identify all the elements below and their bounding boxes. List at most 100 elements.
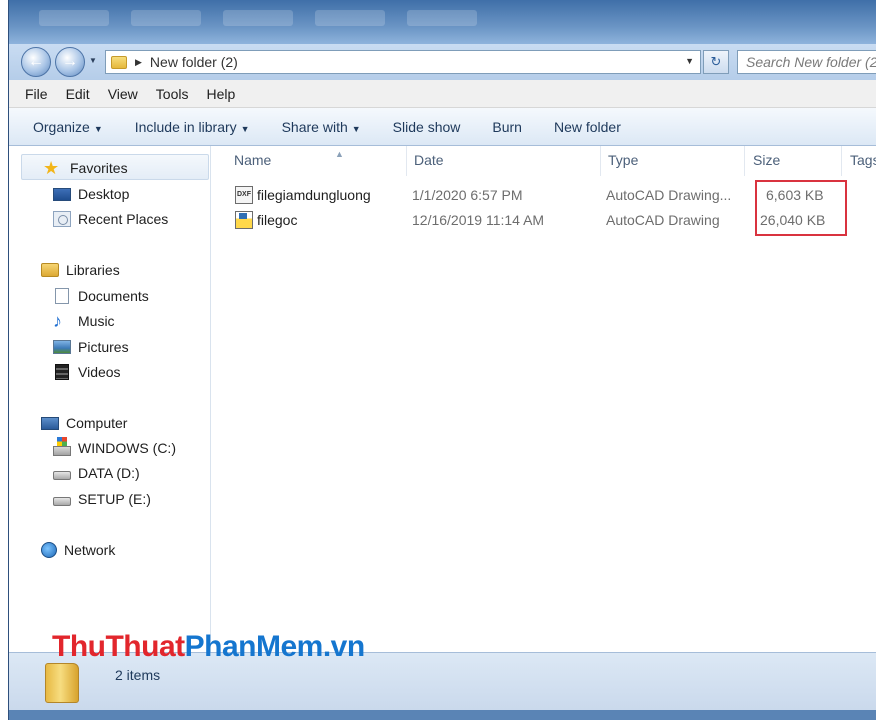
chevron-down-icon: ▼ <box>240 123 250 134</box>
nav-desktop-label: Desktop <box>78 186 130 202</box>
nav-drive-c-label: WINDOWS (C:) <box>78 440 176 456</box>
nav-drive-e-label: SETUP (E:) <box>78 491 151 507</box>
menu-view[interactable]: View <box>100 86 146 102</box>
title-bar <box>9 0 876 44</box>
share-with-label: Share with <box>281 118 348 135</box>
nav-drive-d-label: DATA (D:) <box>78 465 140 481</box>
nav-libraries[interactable]: Libraries <box>41 259 120 281</box>
libraries-icon <box>41 263 59 277</box>
folder-icon <box>45 663 79 703</box>
include-in-library-button[interactable]: Include in library ▼ <box>119 119 266 135</box>
nav-drive-d[interactable]: DATA (D:) <box>53 462 140 484</box>
column-divider[interactable] <box>406 146 407 176</box>
nav-music-label: Music <box>78 313 115 329</box>
documents-icon <box>55 288 69 304</box>
nav-favorites[interactable]: ★ Favorites <box>43 157 128 179</box>
hard-drive-icon <box>53 496 71 506</box>
nav-music[interactable]: ♪ Music <box>53 310 115 332</box>
command-bar: Organize ▼ Include in library ▼ Share with… <box>9 108 876 146</box>
search-input[interactable] <box>737 50 876 74</box>
nav-documents[interactable]: Documents <box>53 285 149 307</box>
refresh-icon: ↻ <box>710 54 722 69</box>
hard-drive-icon <box>53 470 71 480</box>
nav-desktop[interactable]: Desktop <box>53 183 129 205</box>
nav-drive-c[interactable]: WINDOWS (C:) <box>53 437 176 459</box>
navigation-bar: ← → ▼ ▶ New folder (2) ▼ ↻ <box>9 44 876 80</box>
file-name: filegiamdungluong <box>257 187 371 203</box>
file-date: 1/1/2020 6:57 PM <box>412 187 523 203</box>
menu-help[interactable]: Help <box>198 86 243 102</box>
recent-pages-dropdown-icon[interactable]: ▼ <box>89 56 97 65</box>
faded-tab <box>315 10 385 26</box>
forward-button[interactable]: → <box>55 47 85 77</box>
back-arrow-icon: ← <box>28 53 44 70</box>
faded-tab <box>131 10 201 26</box>
refresh-button[interactable]: ↻ <box>703 50 729 74</box>
forward-arrow-icon: → <box>62 53 78 70</box>
column-header-size[interactable]: Size <box>753 152 780 168</box>
column-divider[interactable] <box>841 146 842 176</box>
file-list-pane: Name ▲ Date Type Size Tags DXF filegiamd… <box>211 146 876 652</box>
breadcrumb-segment[interactable]: New folder (2) <box>150 54 238 70</box>
chevron-down-icon: ▼ <box>351 123 361 134</box>
dxf-file-icon: DXF <box>235 186 253 204</box>
nav-recent-places[interactable]: Recent Places <box>53 208 168 230</box>
nav-videos[interactable]: Videos <box>53 361 121 383</box>
address-dropdown-icon[interactable]: ▼ <box>685 56 694 66</box>
item-count: 2 items <box>115 667 161 683</box>
share-with-button[interactable]: Share with ▼ <box>266 119 377 135</box>
nav-computer-label: Computer <box>66 415 128 431</box>
menu-tools[interactable]: Tools <box>148 86 197 102</box>
column-divider[interactable] <box>600 146 601 176</box>
file-date: 12/16/2019 11:14 AM <box>412 212 545 228</box>
organize-label: Organize <box>33 118 90 135</box>
column-header-tags[interactable]: Tags <box>850 152 876 168</box>
pictures-icon <box>53 340 71 354</box>
recent-places-icon <box>53 211 71 227</box>
new-folder-button[interactable]: New folder <box>538 119 637 135</box>
desktop-icon <box>53 187 71 201</box>
back-button[interactable]: ← <box>21 47 51 77</box>
column-divider[interactable] <box>744 146 745 176</box>
chevron-down-icon: ▼ <box>93 123 103 134</box>
watermark-part: ThuThuat <box>52 630 185 663</box>
nav-pictures[interactable]: Pictures <box>53 336 129 358</box>
faded-tab <box>407 10 477 26</box>
nav-libraries-label: Libraries <box>66 262 120 278</box>
nav-computer[interactable]: Computer <box>41 412 127 434</box>
windows-drive-icon <box>53 437 71 456</box>
file-type: AutoCAD Drawing... <box>606 187 732 203</box>
menu-edit[interactable]: Edit <box>58 86 98 102</box>
menu-file[interactable]: File <box>17 86 56 102</box>
address-bar[interactable]: ▶ New folder (2) ▼ <box>105 50 701 74</box>
file-type: AutoCAD Drawing <box>606 212 720 228</box>
breadcrumb-arrow-icon[interactable]: ▶ <box>135 57 142 68</box>
nav-network[interactable]: Network <box>41 539 115 561</box>
nav-videos-label: Videos <box>78 364 121 380</box>
column-header-date[interactable]: Date <box>414 152 444 168</box>
column-name-label: Name <box>234 152 272 168</box>
watermark-logo: ThuThuatPhanMem.vn <box>52 630 365 664</box>
nav-documents-label: Documents <box>78 288 149 304</box>
burn-button[interactable]: Burn <box>476 119 538 135</box>
computer-icon <box>41 416 59 430</box>
faded-tab <box>223 10 293 26</box>
column-header-type[interactable]: Type <box>608 152 638 168</box>
dwg-file-icon <box>235 211 253 229</box>
column-header-name[interactable]: Name ▲ <box>234 149 344 168</box>
size-highlight-annotation <box>755 180 847 236</box>
music-note-icon: ♪ <box>53 311 62 331</box>
nav-pictures-label: Pictures <box>78 339 129 355</box>
slide-show-button[interactable]: Slide show <box>377 119 477 135</box>
nav-network-label: Network <box>64 542 116 558</box>
nav-recent-places-label: Recent Places <box>78 211 169 227</box>
menu-bar: File Edit View Tools Help <box>9 80 876 108</box>
watermark-part: PhanMem <box>184 630 324 663</box>
explorer-window: ← → ▼ ▶ New folder (2) ▼ ↻ File Edit Vie… <box>8 0 876 720</box>
include-in-library-label: Include in library <box>134 118 237 135</box>
nav-favorites-label: Favorites <box>70 160 128 176</box>
nav-drive-e[interactable]: SETUP (E:) <box>53 488 151 510</box>
organize-button[interactable]: Organize ▼ <box>9 119 119 135</box>
network-icon <box>41 542 57 558</box>
folder-icon <box>111 55 127 69</box>
